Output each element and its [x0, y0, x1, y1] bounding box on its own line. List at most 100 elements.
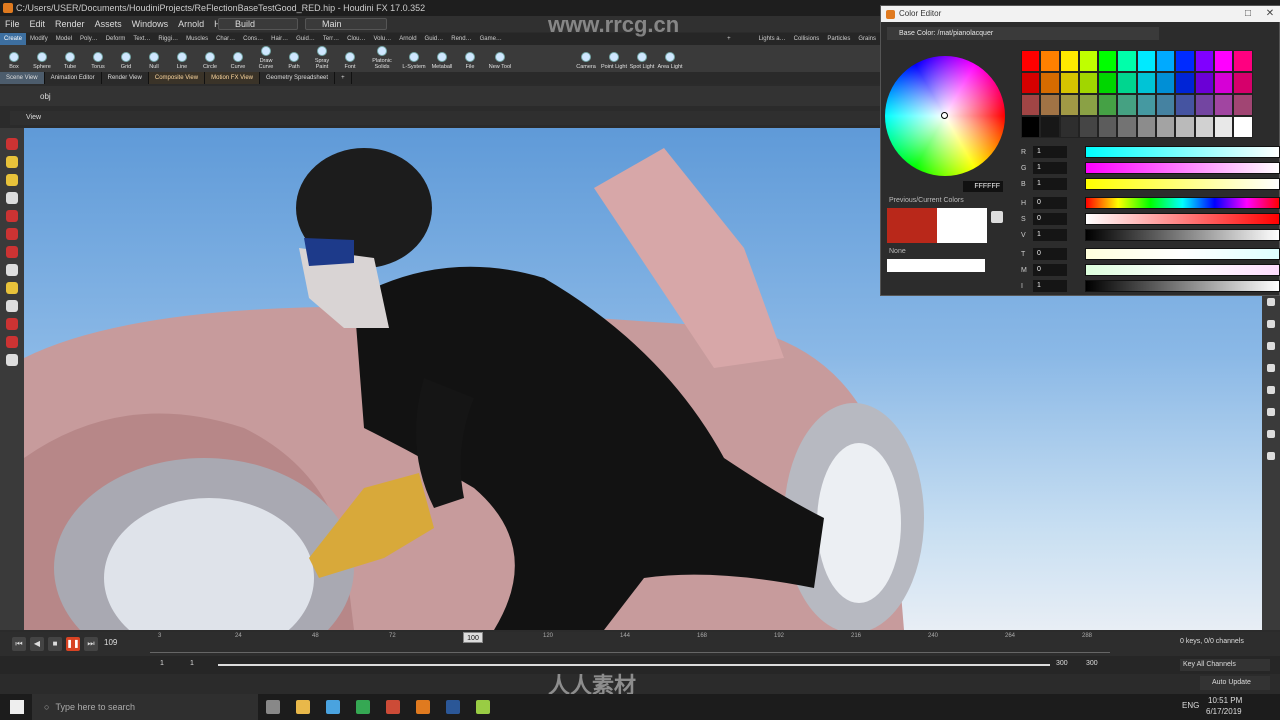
- palette-swatch[interactable]: [1078, 72, 1099, 94]
- move-tool-icon[interactable]: [6, 156, 18, 168]
- palette-swatch[interactable]: [1098, 50, 1118, 72]
- palette-swatch[interactable]: [1175, 94, 1195, 116]
- v-slider-bar[interactable]: [1085, 229, 1280, 241]
- palette-swatch[interactable]: [1213, 50, 1234, 72]
- tab-geometry-spreadsheet[interactable]: Geometry Spreadsheet: [260, 72, 336, 84]
- tool-area-light[interactable]: Area Light: [656, 45, 684, 72]
- brush-tool-icon[interactable]: [6, 282, 18, 294]
- slider-g[interactable]: G1: [1021, 160, 1280, 176]
- points-icon[interactable]: [1267, 452, 1275, 460]
- s-slider-bar[interactable]: [1085, 213, 1280, 225]
- palette-swatch[interactable]: [1233, 94, 1253, 116]
- eyedropper-icon[interactable]: [991, 211, 1003, 223]
- tool-null[interactable]: Null: [140, 45, 168, 72]
- path-obj[interactable]: obj: [40, 92, 51, 101]
- palette-swatch[interactable]: [1233, 72, 1253, 94]
- photoshop-icon[interactable]: [446, 700, 460, 714]
- palette-swatch[interactable]: [1175, 72, 1195, 94]
- palette-swatch[interactable]: [1117, 50, 1137, 72]
- palette-swatch[interactable]: [1059, 94, 1079, 116]
- palette-swatch[interactable]: [1213, 116, 1234, 138]
- wireframe-icon[interactable]: [1267, 408, 1275, 416]
- tab-scene-view[interactable]: Scene View: [0, 72, 45, 84]
- palette-swatch[interactable]: [1136, 72, 1157, 94]
- ghost-icon[interactable]: [1267, 386, 1275, 394]
- tool-l-system[interactable]: L-System: [400, 45, 428, 72]
- tool-path[interactable]: Path: [280, 45, 308, 72]
- palette-swatch[interactable]: [1021, 94, 1041, 116]
- pause-button[interactable]: ❚❚: [66, 637, 80, 651]
- tool-tube[interactable]: Tube: [56, 45, 84, 72]
- palette-swatch[interactable]: [1136, 94, 1157, 116]
- tab-render-view[interactable]: Render View: [102, 72, 149, 84]
- i-slider-bar[interactable]: [1085, 280, 1280, 292]
- palette-swatch[interactable]: [1156, 94, 1176, 116]
- shelf-tab-create[interactable]: Create: [0, 33, 27, 45]
- palette-swatch[interactable]: [1175, 50, 1195, 72]
- light-tab[interactable]: Collisions: [790, 33, 824, 45]
- tool-point-light[interactable]: Point Light: [600, 45, 628, 72]
- color-palette[interactable]: [1021, 50, 1253, 138]
- tool-curve[interactable]: Curve: [224, 45, 252, 72]
- palette-swatch[interactable]: [1040, 72, 1060, 94]
- palette-swatch[interactable]: [1059, 72, 1079, 94]
- palette-swatch[interactable]: [1098, 72, 1118, 94]
- shelf-tab[interactable]: Hair…: [267, 33, 292, 45]
- palette-swatch[interactable]: [1194, 116, 1214, 138]
- light-tab[interactable]: Lights a…: [755, 33, 790, 45]
- shelf-tab[interactable]: Model: [52, 33, 76, 45]
- app-icon[interactable]: [476, 700, 490, 714]
- explorer-icon[interactable]: [296, 700, 310, 714]
- palette-swatch[interactable]: [1078, 116, 1099, 138]
- g-slider-bar[interactable]: [1085, 162, 1280, 174]
- add-tab-icon[interactable]: +: [335, 72, 352, 84]
- snap-tool-icon[interactable]: [6, 264, 18, 276]
- frame-field[interactable]: 109: [104, 638, 134, 650]
- language-indicator[interactable]: ENG: [1182, 701, 1199, 710]
- palette-swatch[interactable]: [1194, 72, 1214, 94]
- light-tab[interactable]: Grains: [854, 33, 880, 45]
- scale-tool-icon[interactable]: [6, 192, 18, 204]
- camera-tool-icon[interactable]: [6, 336, 18, 348]
- shelf-tab[interactable]: Rend…: [447, 33, 475, 45]
- slider-h[interactable]: H0: [1021, 195, 1280, 211]
- range-start-2[interactable]: 1: [190, 660, 194, 667]
- palette-swatch[interactable]: [1040, 116, 1060, 138]
- palette-swatch[interactable]: [1117, 116, 1137, 138]
- desktop-build-dropdown[interactable]: Build: [218, 18, 298, 30]
- palette-swatch[interactable]: [1194, 94, 1214, 116]
- shelf-tab[interactable]: Modify: [26, 33, 52, 45]
- previous-color-swatch[interactable]: [887, 208, 937, 243]
- palette-swatch[interactable]: [1194, 50, 1214, 72]
- tool-box[interactable]: Box: [0, 45, 28, 72]
- shelf-tab[interactable]: Guid…: [421, 33, 448, 45]
- palette-swatch[interactable]: [1117, 94, 1137, 116]
- close-icon[interactable]: ✕: [1259, 6, 1280, 22]
- range-start[interactable]: 1: [160, 660, 164, 667]
- palette-swatch[interactable]: [1136, 50, 1157, 72]
- palette-swatch[interactable]: [1059, 116, 1079, 138]
- palette-swatch[interactable]: [1136, 116, 1157, 138]
- app-icon[interactable]: [386, 700, 400, 714]
- windows-start-icon[interactable]: [10, 700, 24, 714]
- palette-swatch[interactable]: [1156, 116, 1176, 138]
- tool-sphere[interactable]: Sphere: [28, 45, 56, 72]
- m-slider-bar[interactable]: [1085, 264, 1280, 276]
- palette-swatch[interactable]: [1213, 94, 1234, 116]
- shelf-tab[interactable]: Terr…: [319, 33, 343, 45]
- tool-font[interactable]: Font: [336, 45, 364, 72]
- r-slider-bar[interactable]: [1085, 146, 1280, 158]
- handle-tool-icon[interactable]: [6, 210, 18, 222]
- add-shelf-icon[interactable]: +: [723, 33, 735, 45]
- task-view-icon[interactable]: [266, 700, 280, 714]
- shelf-tab[interactable]: Riggi…: [154, 33, 182, 45]
- desktop-main-dropdown[interactable]: Main: [305, 18, 387, 30]
- shelf-tab[interactable]: Volu…: [370, 33, 396, 45]
- tool-new-tool[interactable]: New Tool: [484, 45, 516, 72]
- tool-camera[interactable]: Camera: [572, 45, 600, 72]
- jump-start-button[interactable]: ⏮: [12, 637, 26, 651]
- palette-swatch[interactable]: [1213, 72, 1234, 94]
- color-name-field[interactable]: [887, 259, 985, 272]
- slider-s[interactable]: S0: [1021, 211, 1280, 227]
- slider-i[interactable]: I1: [1021, 278, 1280, 294]
